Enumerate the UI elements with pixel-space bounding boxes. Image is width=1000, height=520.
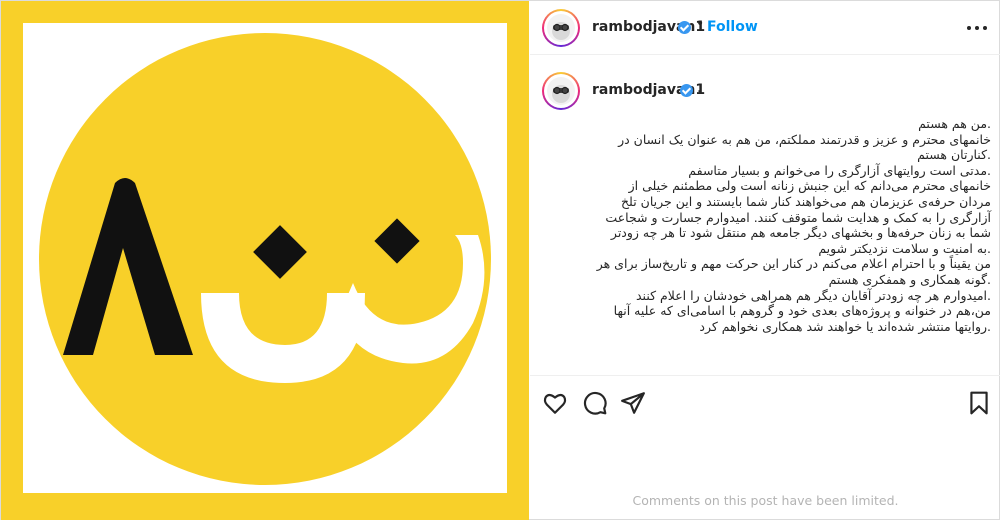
caption-trailing-dot: . [697, 80, 702, 96]
post-image[interactable] [1, 1, 529, 520]
share-icon[interactable] [620, 390, 646, 416]
caption-line: آزارگری را به کمک و هدایت شما متوقف کنند… [605, 209, 991, 225]
avatar-face [547, 14, 575, 42]
post-actions [530, 375, 1000, 427]
author-avatar[interactable] [542, 9, 580, 47]
post-caption: rambodjavan1 . .من هم هستم خانمهای محترم… [530, 56, 1000, 374]
caption-line: .من هم هستم [918, 116, 991, 131]
caption-verified-badge-icon [680, 84, 693, 97]
follow-button[interactable]: Follow [707, 19, 758, 35]
bookmark-icon[interactable] [966, 390, 992, 416]
zan-800-logo [39, 33, 491, 485]
more-options-icon[interactable] [966, 17, 988, 39]
caption-line: خانمهای محترم می‌دانم که این جنبش زنانه … [628, 178, 991, 194]
caption-line: .مدتی است روایتهای آزارگری را می‌خوانم و… [688, 162, 991, 178]
comments-limited-notice: Comments on this post have been limited. [632, 493, 899, 508]
caption-text: .من هم هستم خانمهای محترم و عزیز و قدرتم… [586, 116, 991, 334]
caption-line: .امیدوارم هر چه زودتر آقایان دیگر هم همر… [636, 287, 991, 303]
caption-line: مردان حرفه‌ی عزیزمان هم می‌خواهند کنار ش… [620, 193, 991, 209]
post-image-canvas [23, 23, 507, 493]
caption-avatar[interactable] [542, 72, 580, 110]
caption-line: .به امنیت و سلامت نزدیکتر شویم [818, 240, 991, 256]
instagram-post: rambodjavan1 • Follow rambodjavan1 . .من… [0, 0, 1000, 520]
caption-line: .روایتها منتشر شده‌اند یا خواهند شد همکا… [699, 318, 991, 334]
caption-line: .کنارتان هستم [917, 147, 991, 163]
avatar-ring-inner [544, 11, 578, 45]
caption-line: من،هم در خنوانه و پروژه‌های بعدی خود و گ… [613, 303, 991, 319]
caption-line: .گونه همکاری و همفکری هستم [828, 271, 991, 287]
caption-line: من یقیناً و با احترام اعلام می‌کنم در کن… [596, 256, 991, 272]
comment-icon[interactable] [582, 390, 608, 416]
header-separator: • [696, 16, 705, 32]
post-header: rambodjavan1 • Follow [530, 1, 1000, 55]
verified-badge-icon [678, 21, 691, 34]
caption-line: خانمهای محترم و عزیز و قدرتمند مملکتم، م… [618, 131, 991, 147]
heart-icon[interactable] [542, 390, 568, 416]
post-sidebar: rambodjavan1 • Follow rambodjavan1 . .من… [530, 1, 1000, 520]
caption-avatar-face [547, 77, 575, 105]
caption-avatar-ring-inner [544, 74, 578, 108]
caption-line: شما به زنان حرفه‌ها و بخشهای دیگر جامعه … [610, 225, 991, 241]
